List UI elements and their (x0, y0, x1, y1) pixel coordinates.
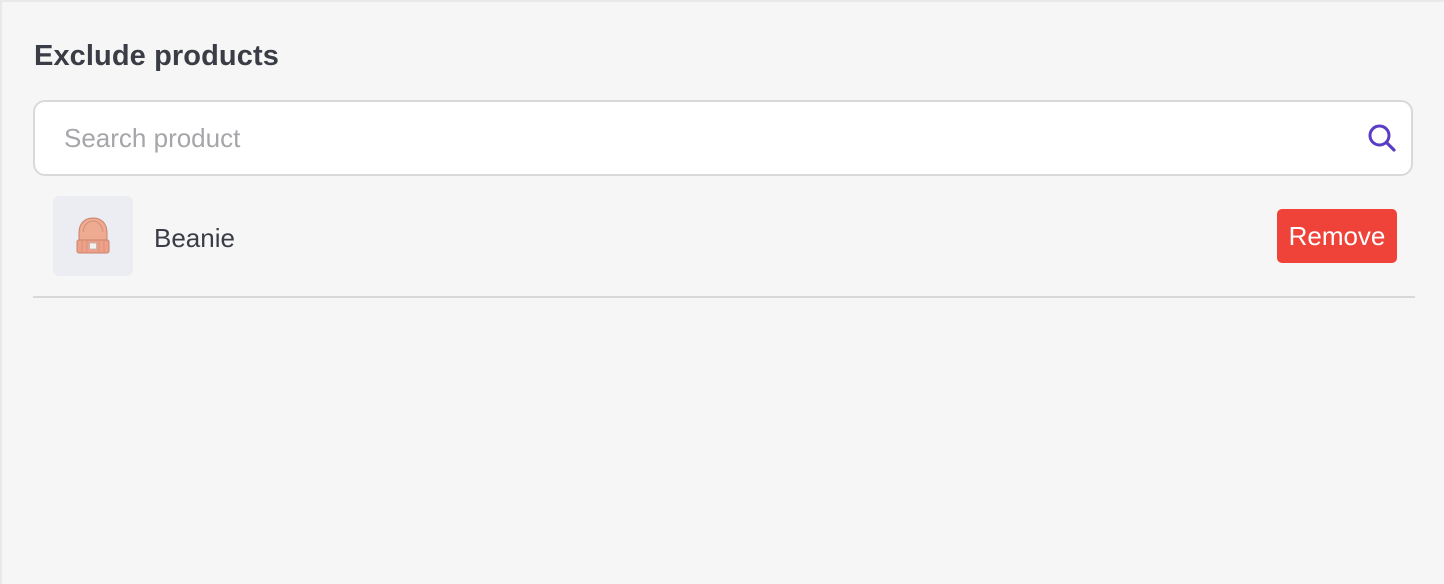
search-icon-glyph (1368, 124, 1396, 152)
beanie-image (76, 217, 110, 254)
product-thumbnail (53, 196, 133, 276)
exclude-products-panel: Exclude products Beanie Remove (0, 0, 1444, 584)
remove-button[interactable]: Remove (1277, 209, 1397, 263)
product-list-item: Beanie Remove (33, 196, 1415, 298)
product-name: Beanie (154, 223, 235, 253)
search-icon[interactable] (1365, 121, 1399, 155)
search-box (33, 100, 1413, 176)
search-input[interactable] (35, 102, 1345, 174)
section-title: Exclude products (34, 40, 279, 72)
